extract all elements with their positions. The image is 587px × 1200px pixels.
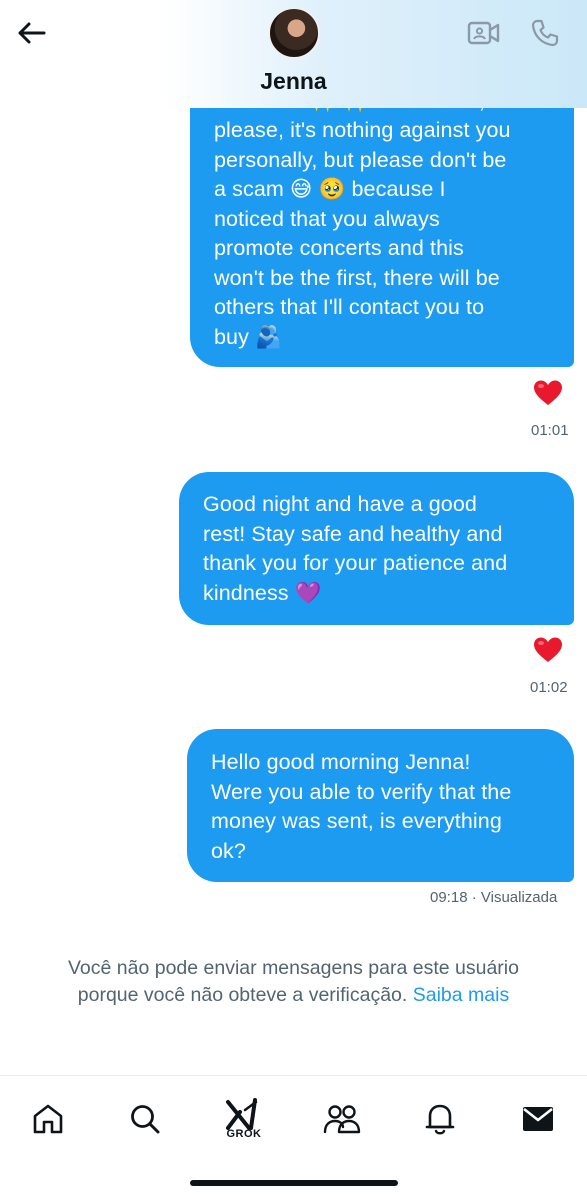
chat-screen: Jenna tomorrow ✨ ✨ And Jenna, please, it…: [0, 0, 587, 1200]
voice-call-button[interactable]: [527, 15, 563, 51]
message-line: kindness 💜: [203, 580, 322, 605]
grok-icon: [226, 1098, 258, 1130]
messages-icon: [523, 1107, 553, 1131]
tab-grok[interactable]: GROK: [219, 1094, 269, 1144]
home-indicator[interactable]: [190, 1180, 398, 1186]
message-timestamp: 01:01: [531, 422, 569, 439]
tab-notifications[interactable]: [415, 1094, 465, 1144]
communities-icon: [323, 1105, 361, 1134]
message-line: ok?: [211, 838, 246, 863]
read-status: · Visualizada: [467, 889, 558, 906]
message-timestamp: 01:02: [530, 679, 568, 696]
grok-label: GROK: [226, 1128, 262, 1140]
message-meta: 09:18 · Visualizada: [430, 889, 557, 906]
arrow-left-icon: [18, 22, 46, 44]
message-line: Good night and have a good: [203, 492, 477, 516]
chat-header: Jenna: [0, 0, 587, 108]
cannot-message-notice: Você não pode enviar mensagens para este…: [0, 955, 587, 1009]
tab-messages[interactable]: [513, 1094, 563, 1144]
message-line: thank you for your patience and: [203, 551, 508, 575]
message-line: a scam 😅 🥹 because I: [214, 177, 446, 201]
message-timestamp: 09:18: [430, 889, 468, 906]
notice-line: porque você não obteve a verificação. Sa…: [0, 982, 587, 1009]
tab-communities[interactable]: [317, 1094, 367, 1144]
message-line: Were you able to verify that the: [211, 779, 512, 804]
message-line: won't be the first, there will be: [214, 265, 500, 290]
tab-search[interactable]: [120, 1094, 170, 1144]
message-line: buy 🫂: [214, 324, 282, 349]
message-line: noticed that you always: [214, 206, 440, 231]
message-bubble-sent[interactable]: Hello good morning Jenna! Were you able …: [187, 729, 574, 882]
notifications-icon: [425, 1104, 455, 1135]
search-icon: [131, 1105, 160, 1134]
video-camera-icon: [467, 21, 500, 45]
message-line: others that I'll contact you to: [214, 295, 485, 319]
video-call-button[interactable]: [466, 15, 502, 51]
message-line: Hello good morning Jenna!: [211, 750, 471, 774]
message-line: money was sent, is everything: [211, 809, 502, 833]
back-button[interactable]: [14, 16, 48, 50]
notice-text: porque você não obteve a verificação.: [77, 984, 408, 1006]
message-line: rest! Stay safe and healthy and: [203, 521, 503, 546]
notice-line: Você não pode enviar mensagens para este…: [68, 957, 519, 979]
message-bubble-sent[interactable]: Good night and have a good rest! Stay sa…: [179, 472, 574, 625]
tab-home[interactable]: [23, 1094, 73, 1144]
contact-name[interactable]: Jenna: [0, 68, 587, 95]
message-line: personally, but please don't be: [214, 147, 507, 172]
home-icon: [33, 1104, 63, 1134]
heart-reaction-icon[interactable]: [533, 379, 563, 407]
message-line: please, it's nothing against you: [214, 118, 511, 142]
message-line: promote concerts and this: [214, 236, 464, 260]
heart-reaction-icon[interactable]: [533, 636, 563, 664]
contact-avatar[interactable]: [268, 7, 320, 59]
phone-icon: [531, 19, 559, 47]
learn-more-link[interactable]: Saiba mais: [413, 984, 509, 1006]
